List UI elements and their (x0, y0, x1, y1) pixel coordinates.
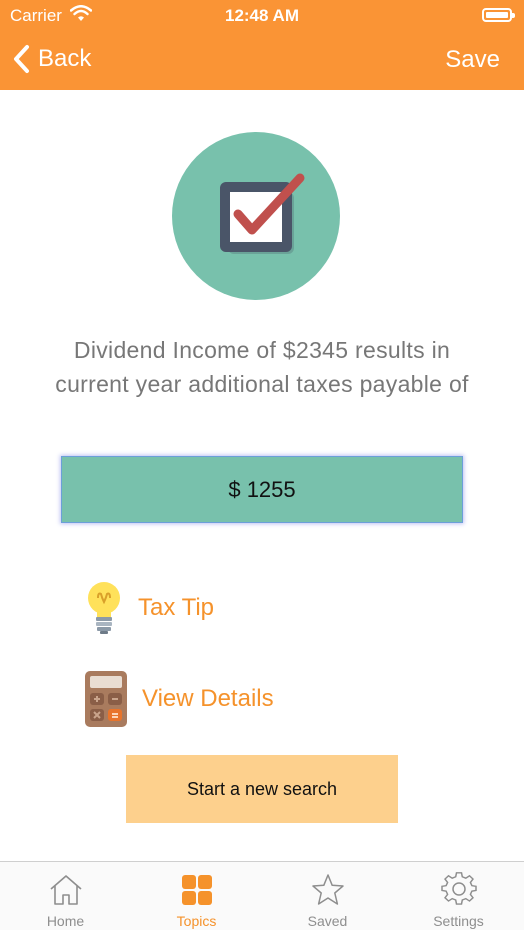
gear-icon (440, 872, 477, 905)
view-details-label: View Details (142, 685, 274, 712)
back-button[interactable]: Back (12, 44, 91, 74)
result-message: Dividend Income of $2345 results in curr… (55, 337, 469, 397)
tax-amount-field: $ 1255 (61, 456, 463, 523)
back-label: Back (38, 45, 92, 72)
checkbox-checked-icon (220, 173, 305, 254)
lightbulb-icon (88, 582, 120, 634)
star-icon (311, 874, 344, 905)
tab-topics-label: Topics (176, 913, 217, 929)
tab-settings[interactable]: Settings (393, 862, 524, 930)
navigation-bar: Back Save (0, 32, 524, 90)
top-bar: Carrier 12:48 AM Back Save (0, 0, 524, 90)
calculator-icon (85, 671, 127, 727)
chevron-left-icon (14, 45, 29, 73)
tab-settings-label: Settings (433, 913, 484, 929)
tab-home-label: Home (46, 913, 85, 929)
tab-home[interactable]: Home (0, 862, 131, 930)
save-button[interactable]: Save (445, 46, 500, 74)
tax-tip-link[interactable]: Tax Tip (84, 580, 214, 636)
tab-saved-label: Saved (307, 913, 348, 929)
battery-icon (482, 8, 515, 22)
home-icon (49, 875, 82, 905)
clock: 12:48 AM (224, 6, 299, 25)
new-search-button[interactable]: Start a new search (126, 755, 398, 823)
tax-tip-label: Tax Tip (138, 594, 215, 621)
view-details-link[interactable]: View Details (84, 670, 274, 728)
checkbox-hero (172, 132, 340, 300)
status-bar: Carrier 12:48 AM (0, 0, 524, 32)
tab-saved[interactable]: Saved (262, 862, 393, 930)
tab-topics[interactable]: Topics (131, 862, 262, 930)
grid-icon (181, 875, 212, 905)
tab-bar: Home Topics Saved Settings (0, 861, 524, 930)
